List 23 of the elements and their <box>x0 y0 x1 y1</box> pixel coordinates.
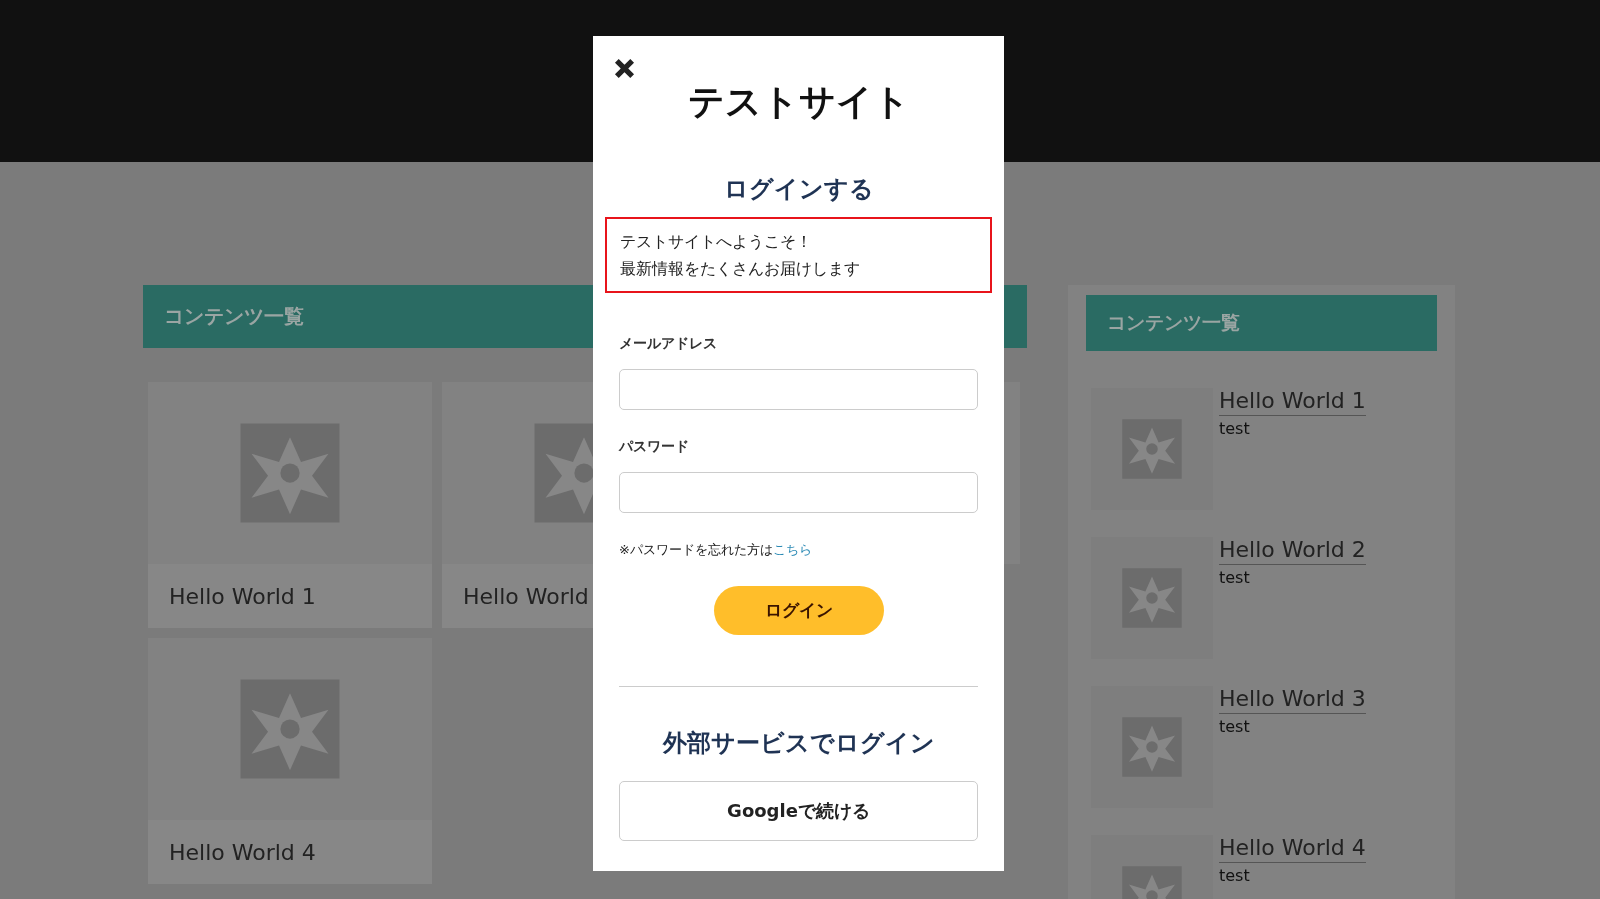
input-field[interactable] <box>619 472 978 513</box>
field-label: パスワード <box>619 438 690 456</box>
sidebar-heading: コンテンツ一覧 <box>1086 295 1437 351</box>
post-title-link[interactable]: Hello World 2 <box>1219 537 1366 565</box>
post-title-link[interactable]: Hello World 3 <box>1219 686 1366 714</box>
forgot-password-text: ※パスワードを忘れた方はこちら <box>619 541 813 559</box>
post-title-link[interactable]: Hello World 4 <box>1219 835 1366 863</box>
input-field[interactable] <box>619 369 978 410</box>
post-excerpt: test <box>1219 419 1251 438</box>
card-title[interactable]: Hello World 1 <box>148 564 432 628</box>
site-title: テストサイト <box>686 80 911 124</box>
post-excerpt: test <box>1219 717 1251 736</box>
post-excerpt: test <box>1219 866 1251 885</box>
login-button[interactable]: ログイン <box>713 586 884 635</box>
card-title[interactable]: Hello World 4 <box>148 820 432 884</box>
welcome-notice: テストサイトへようこそ！ 最新情報をたくさんお届けします <box>605 217 992 293</box>
forgot-password-link[interactable]: こちら <box>772 542 812 557</box>
close-icon[interactable] <box>613 57 636 80</box>
external-login-heading: 外部サービスでログイン <box>661 728 936 759</box>
google-login-button[interactable]: Googleで続ける <box>619 781 978 841</box>
post-excerpt: test <box>1219 568 1251 587</box>
post-title-link[interactable]: Hello World 1 <box>1219 388 1366 416</box>
login-heading: ログインする <box>722 174 875 205</box>
